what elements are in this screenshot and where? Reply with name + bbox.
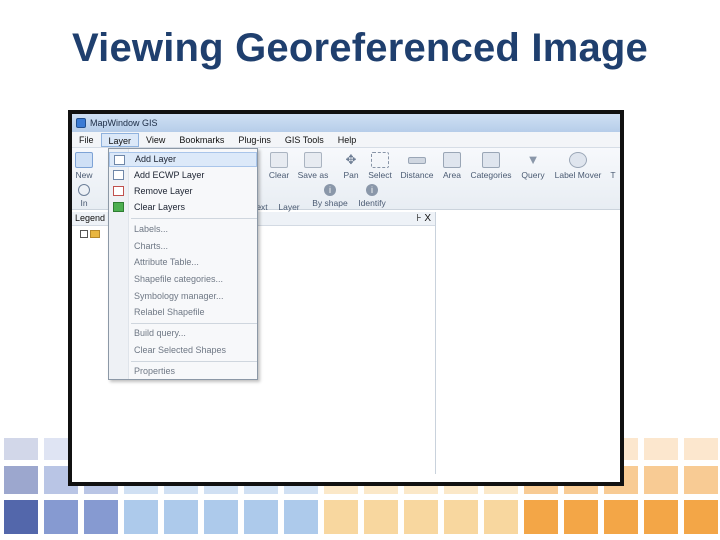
decorative-tile: [644, 438, 678, 460]
new-button[interactable]: New: [74, 152, 94, 180]
label-mover-button[interactable]: Label Mover: [552, 152, 604, 180]
save-as-button[interactable]: Save as: [296, 152, 330, 180]
zoom-in-button[interactable]: In: [76, 184, 92, 208]
menu-item-remove-layer[interactable]: Remove Layer: [109, 184, 257, 199]
decorative-tile: [364, 500, 398, 534]
checkbox-icon[interactable]: [80, 230, 88, 238]
window-titlebar: MapWindow GIS: [72, 114, 620, 132]
categories-button[interactable]: Categories: [468, 152, 514, 180]
app-window: MapWindow GIS File Layer View Bookmarks …: [72, 114, 620, 482]
identify-button[interactable]: i Identify: [354, 184, 390, 208]
menu-item-properties[interactable]: Properties: [109, 364, 257, 379]
menu-separator: [131, 218, 257, 219]
app-icon: [76, 118, 86, 128]
decorative-tile: [564, 500, 598, 534]
close-icon[interactable]: X: [424, 213, 431, 224]
zoom-in-icon: [78, 184, 90, 196]
ruler-icon: [408, 157, 426, 164]
menu-separator: [131, 323, 257, 324]
window-title: MapWindow GIS: [90, 118, 158, 128]
menu-item-add-layer[interactable]: Add Layer: [109, 152, 257, 167]
menu-item-charts[interactable]: Charts...: [109, 239, 257, 254]
by-shape-button[interactable]: i By shape: [310, 184, 350, 208]
decorative-tile: [684, 500, 718, 534]
menu-item-labels[interactable]: Labels...: [109, 222, 257, 237]
decorative-tile: [324, 500, 358, 534]
label-mover-icon: [569, 152, 587, 168]
funnel-icon: ▼: [526, 152, 540, 167]
zoom-layer-button[interactable]: Layer: [276, 184, 302, 212]
menubar: File Layer View Bookmarks Plug-ins GIS T…: [72, 132, 620, 148]
map-area[interactable]: [438, 212, 620, 474]
add-layer-icon: [114, 155, 125, 165]
menu-item-add-ecwp-layer[interactable]: Add ECWP Layer: [109, 168, 257, 183]
menu-view[interactable]: View: [139, 133, 172, 147]
area-icon: [443, 152, 461, 168]
menu-help[interactable]: Help: [331, 133, 364, 147]
new-icon: [75, 152, 93, 168]
decorative-tile: [284, 500, 318, 534]
menu-gis-tools[interactable]: GIS Tools: [278, 133, 331, 147]
text-button[interactable]: T: [608, 152, 618, 180]
select-icon: [371, 152, 389, 168]
screenshot-frame: MapWindow GIS File Layer View Bookmarks …: [68, 110, 624, 486]
decorative-tile: [124, 500, 158, 534]
categories-icon: [482, 152, 500, 168]
menu-plugins[interactable]: Plug-ins: [231, 133, 278, 147]
menu-item-relabel-shapefile[interactable]: Relabel Shapefile: [109, 305, 257, 320]
menu-item-clear-layers[interactable]: Clear Layers: [109, 200, 257, 215]
select-button[interactable]: Select: [366, 152, 394, 180]
decorative-tile: [4, 438, 38, 460]
slide-title: Viewing Georeferenced Image: [72, 26, 648, 70]
identify-icon: i: [366, 184, 378, 196]
legend-group-row[interactable]: [80, 230, 100, 238]
text-icon: [608, 152, 620, 168]
layer-menu-dropdown: Add Layer Add ECWP Layer Remove Layer Cl…: [108, 148, 258, 380]
clear-icon: [270, 152, 288, 168]
save-icon: [304, 152, 322, 168]
menu-item-symbology-manager[interactable]: Symbology manager...: [109, 289, 257, 304]
decorative-tile: [644, 500, 678, 534]
decorative-tile: [244, 500, 278, 534]
menu-file[interactable]: File: [72, 133, 101, 147]
pin-icon[interactable]: ⊦: [416, 213, 421, 224]
info-icon: i: [324, 184, 336, 196]
decorative-tile: [4, 500, 38, 534]
clear-layers-icon: [113, 202, 124, 212]
decorative-tile: [684, 466, 718, 494]
pan-button[interactable]: ✥ Pan: [340, 152, 362, 180]
legend-controls: ⊦ X: [416, 212, 431, 225]
menu-layer[interactable]: Layer: [100, 132, 140, 147]
decorative-tile: [684, 438, 718, 460]
distance-button[interactable]: Distance: [398, 152, 436, 180]
decorative-tile: [4, 466, 38, 494]
menu-item-shapefile-categories[interactable]: Shapefile categories...: [109, 272, 257, 287]
decorative-tile: [164, 500, 198, 534]
decorative-tile: [204, 500, 238, 534]
decorative-tile: [484, 500, 518, 534]
folder-icon: [90, 230, 100, 238]
area-button[interactable]: Area: [440, 152, 464, 180]
legend-title: Legend: [75, 213, 106, 223]
menu-bookmarks[interactable]: Bookmarks: [172, 133, 231, 147]
decorative-tile: [644, 466, 678, 494]
decorative-tile: [604, 500, 638, 534]
layer-icon: [280, 184, 298, 200]
menu-item-attribute-table[interactable]: Attribute Table...: [109, 255, 257, 270]
remove-layer-icon: [113, 186, 124, 196]
clear-button[interactable]: Clear: [266, 152, 292, 180]
decorative-tile: [44, 500, 78, 534]
query-button[interactable]: ▼ Query: [518, 152, 548, 180]
add-ecwp-icon: [113, 170, 124, 180]
pan-icon: ✥: [345, 152, 357, 167]
menu-item-build-query[interactable]: Build query...: [109, 326, 257, 341]
decorative-tile: [404, 500, 438, 534]
decorative-tile: [84, 500, 118, 534]
menu-item-clear-selected-shapes[interactable]: Clear Selected Shapes: [109, 343, 257, 358]
menu-separator: [131, 361, 257, 362]
decorative-tile: [524, 500, 558, 534]
decorative-tile: [444, 500, 478, 534]
